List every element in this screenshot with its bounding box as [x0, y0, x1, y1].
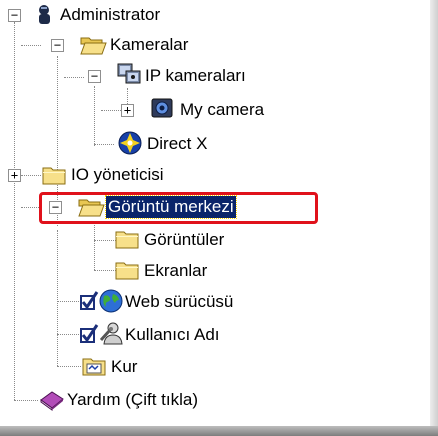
- tree-item-my-camera[interactable]: My camera: [180, 99, 264, 121]
- user-tools-icon: [98, 320, 124, 345]
- collapse-toggle[interactable]: −: [49, 201, 62, 214]
- tree-line: [21, 207, 41, 208]
- setup-folder-icon: [81, 354, 107, 378]
- tree-view: − Administrator − Kameralar − IP kameral…: [0, 0, 438, 436]
- tree-item-kullanici-adi[interactable]: Kullanıcı Adı: [125, 324, 220, 346]
- tree-item-goruntu-merkezi[interactable]: Görüntü merkezi: [105, 195, 237, 219]
- folder-icon: [114, 227, 140, 251]
- tree-line: [21, 175, 41, 176]
- expand-toggle[interactable]: +: [8, 169, 21, 182]
- tree-line: [94, 222, 95, 270]
- tree-line: [101, 110, 121, 111]
- expand-toggle[interactable]: +: [121, 104, 134, 117]
- tree-item-web-surucusu[interactable]: Web sürücüsü: [125, 291, 233, 313]
- tree-line: [57, 366, 81, 367]
- tree-line: [57, 230, 58, 366]
- web-globe-icon: [98, 288, 124, 313]
- collapse-toggle[interactable]: −: [88, 70, 101, 83]
- collapse-toggle[interactable]: −: [51, 39, 64, 52]
- checked-checkbox-icon[interactable]: [79, 290, 99, 314]
- folder-icon: [114, 258, 140, 282]
- tree-line: [94, 270, 116, 271]
- tree-line: [64, 77, 84, 78]
- tree-item-kameralar[interactable]: Kameralar: [110, 34, 188, 56]
- tree-item-goruntuler[interactable]: Görüntüler: [144, 229, 224, 251]
- tree-item-io-yoneticisi[interactable]: IO yöneticisi: [71, 164, 164, 186]
- admin-user-icon: [34, 3, 60, 27]
- ip-camera-group-icon: [116, 62, 142, 86]
- tree-item-ekranlar[interactable]: Ekranlar: [144, 260, 207, 282]
- camera-icon: [149, 96, 175, 120]
- tree-line: [57, 301, 81, 302]
- tree-line: [94, 86, 95, 146]
- tree-item-direct-x[interactable]: Direct X: [147, 133, 207, 155]
- help-book-icon: [38, 388, 64, 412]
- tree-line: [94, 240, 116, 241]
- window-edge-shadow: [430, 0, 438, 436]
- tree-line: [94, 144, 114, 145]
- tree-line: [14, 400, 38, 401]
- tree-line: [57, 334, 81, 335]
- folder-icon: [41, 163, 67, 187]
- tree-line: [21, 45, 41, 46]
- window-bottom-shadow: [0, 426, 438, 436]
- tree-line: [14, 22, 15, 400]
- checked-checkbox-icon[interactable]: [79, 323, 99, 347]
- collapse-toggle[interactable]: −: [8, 9, 21, 22]
- open-folder-icon: [77, 195, 105, 219]
- tree-item-yardim[interactable]: Yardım (Çift tıkla): [67, 389, 198, 411]
- tree-item-ip-kameralari[interactable]: IP kameraları: [145, 65, 246, 87]
- tree-item-administrator[interactable]: Administrator: [60, 4, 160, 26]
- tree-item-kur[interactable]: Kur: [111, 356, 137, 378]
- open-folder-icon: [79, 33, 107, 57]
- directx-icon: [117, 130, 143, 155]
